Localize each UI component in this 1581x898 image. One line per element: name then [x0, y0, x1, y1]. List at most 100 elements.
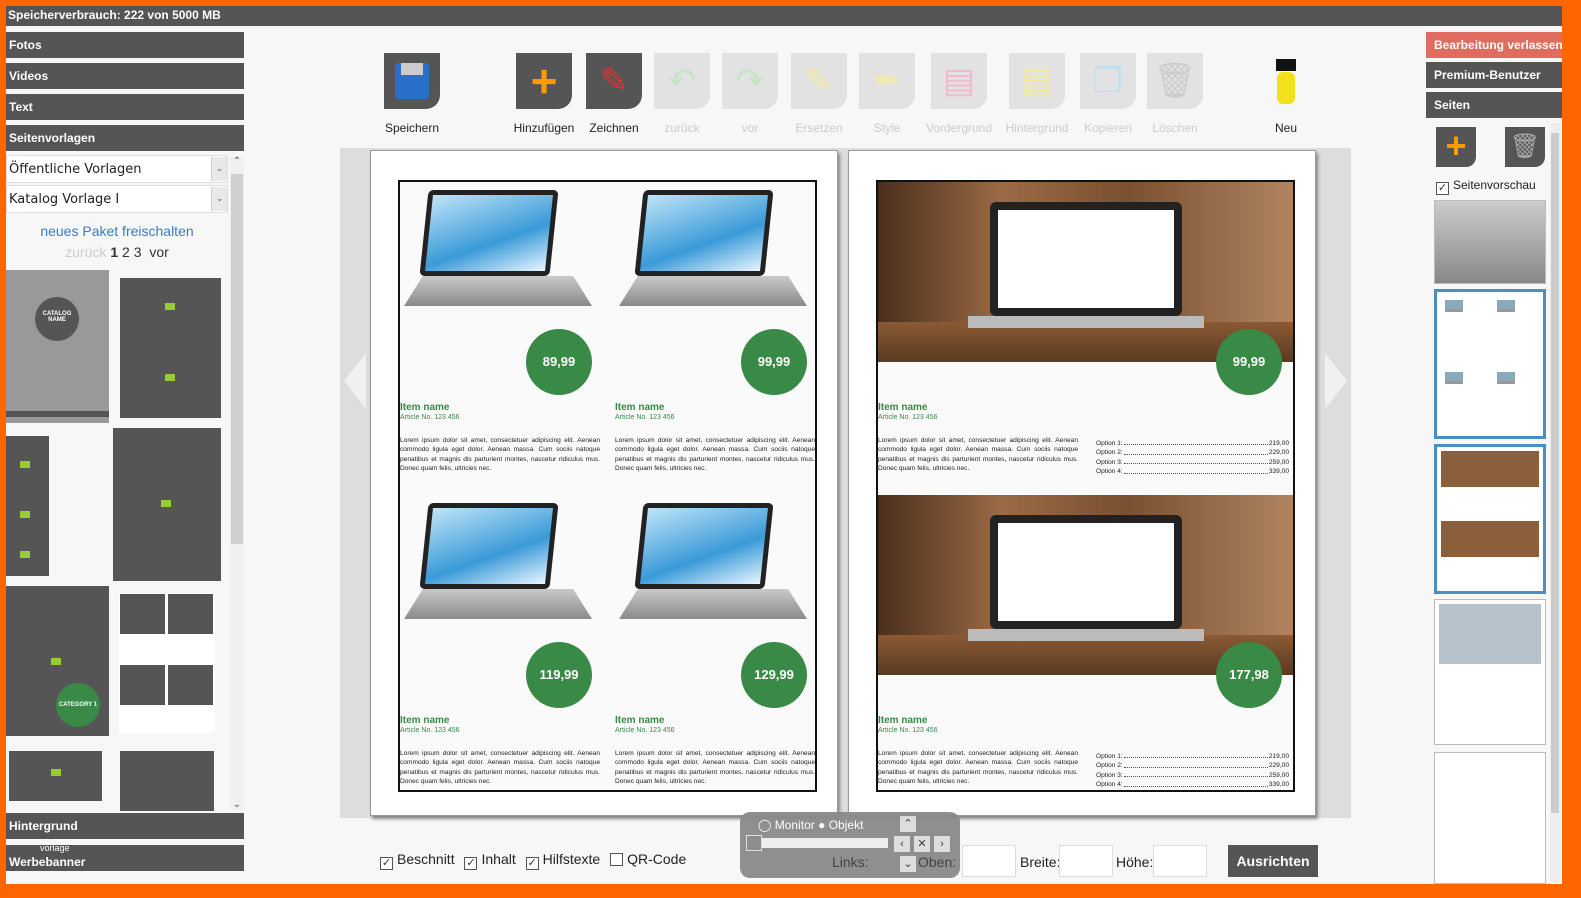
- checkbox-checked-icon[interactable]: ✓: [1436, 182, 1449, 195]
- delete-button[interactable]: 🗑 Löschen: [1147, 53, 1203, 135]
- leave-editing-button[interactable]: Bearbeitung verlassen: [1426, 32, 1562, 58]
- chevron-up-icon[interactable]: ⌃: [230, 156, 244, 167]
- section-fotos[interactable]: Fotos: [6, 32, 244, 58]
- product-card[interactable]: 89,99 Item name Article No. 123 456 Lorem i…: [400, 182, 600, 482]
- product-card[interactable]: 99,99 Item name Article No. 123 456 Lorem i…: [878, 182, 1293, 482]
- delete-label: Löschen: [1152, 121, 1198, 135]
- option-label: Option 1:: [1096, 753, 1123, 760]
- delete-page-button[interactable]: 🗑: [1505, 127, 1545, 167]
- draw-button[interactable]: ✎ Zeichnen: [586, 53, 642, 135]
- checkbox-checked-icon[interactable]: ✓: [525, 857, 539, 870]
- page-thumb[interactable]: [1434, 599, 1546, 745]
- pager-page-3[interactable]: 3: [134, 244, 142, 260]
- grid-cell: [120, 594, 165, 634]
- qr-code-checkbox[interactable]: QR-Code: [610, 851, 686, 867]
- template-select[interactable]: Katalog Vorlage I ⌄: [6, 185, 228, 213]
- reset-position-button[interactable]: ✕: [914, 836, 930, 852]
- template-thumb-cover[interactable]: CATALOG NAME: [6, 270, 109, 423]
- add-page-button[interactable]: +: [1436, 127, 1476, 167]
- laptop-thumb: [1497, 300, 1515, 312]
- template-thumb-category[interactable]: CATEGORY 1: [6, 586, 109, 736]
- monitor-radio[interactable]: ◯ Monitor: [758, 818, 815, 832]
- section-werbebanner[interactable]: Werbebanner vorlage: [6, 843, 244, 871]
- pager-prev[interactable]: zurück: [65, 244, 106, 260]
- slider-handle[interactable]: [746, 835, 762, 851]
- template-thumb[interactable]: [113, 428, 221, 581]
- new-button[interactable]: Neu: [1258, 53, 1314, 135]
- position-slider[interactable]: [746, 835, 888, 851]
- move-right-button[interactable]: ›: [934, 836, 950, 852]
- redo-button[interactable]: ↷ vor: [722, 53, 778, 135]
- template-thumb[interactable]: [6, 436, 49, 576]
- overlay-text: vorlage: [40, 843, 70, 853]
- template-scrollbar[interactable]: ⌃ ⌄: [230, 156, 244, 810]
- prev-page-arrow[interactable]: [344, 353, 366, 409]
- copy-button[interactable]: ❐ Kopieren: [1080, 53, 1136, 135]
- pager-page-1[interactable]: 1: [110, 244, 118, 260]
- foreground-button[interactable]: ▤ Vordergrund: [926, 53, 992, 135]
- background-button[interactable]: ▤ Hintergrund: [1006, 53, 1068, 135]
- bring-forward-icon: ▤: [931, 53, 987, 109]
- page-preview-toggle[interactable]: ✓ Seitenvorschau: [1436, 178, 1536, 195]
- scrollbar-thumb[interactable]: [1551, 133, 1559, 813]
- product-card[interactable]: 129,99 Item name Article No. 123 456 Lorem …: [615, 495, 815, 795]
- option-row: Option 4: 339,00: [1096, 780, 1289, 789]
- add-button[interactable]: + Hinzufügen: [514, 53, 574, 135]
- photo-thumb: [1439, 604, 1541, 664]
- replace-button[interactable]: ✎ Ersetzen: [791, 53, 847, 135]
- product-card[interactable]: 119,99 Item name Article No. 123 456 Lorem …: [400, 495, 600, 795]
- align-button[interactable]: Ausrichten: [1228, 845, 1318, 877]
- pager-page-2[interactable]: 2: [122, 244, 130, 260]
- product-card[interactable]: 99,99 Item name Article No. 123 456 Lorem i…: [615, 182, 815, 482]
- pages-section[interactable]: Seiten: [1426, 92, 1562, 118]
- chevron-down-icon[interactable]: ⌄: [230, 799, 244, 810]
- inhalt-checkbox[interactable]: ✓ Inhalt: [464, 851, 516, 870]
- template-thumb[interactable]: [120, 751, 214, 811]
- move-down-button[interactable]: ⌄: [900, 856, 916, 872]
- pages-scrollbar[interactable]: [1550, 123, 1560, 883]
- hilfstexte-checkbox[interactable]: ✓ Hilfstexte: [525, 851, 600, 870]
- section-videos[interactable]: Videos: [6, 63, 244, 89]
- laptop-base: [404, 276, 592, 306]
- catalog-page-left[interactable]: 89,99 Item name Article No. 123 456 Lorem i…: [370, 150, 838, 816]
- premium-user-button[interactable]: Premium-Benutzer: [1426, 62, 1562, 88]
- save-button[interactable]: Speichern: [384, 53, 440, 135]
- section-seitenvorlagen[interactable]: Seitenvorlagen: [6, 125, 244, 151]
- unlock-package-link[interactable]: neues Paket freischalten: [6, 223, 228, 239]
- hoehe-input[interactable]: [1153, 845, 1207, 877]
- undo-button[interactable]: ↶ zurück: [654, 53, 710, 135]
- template-thumb-grid[interactable]: [119, 593, 215, 733]
- breite-input[interactable]: [1059, 845, 1113, 877]
- section-hintergrund[interactable]: Hintergrund: [6, 813, 244, 839]
- scrollbar-thumb[interactable]: [231, 174, 243, 544]
- next-page-arrow[interactable]: [1325, 353, 1347, 409]
- template-thumb[interactable]: [120, 278, 221, 418]
- page-thumb-cover[interactable]: [1434, 200, 1546, 284]
- beschnitt-checkbox[interactable]: ✓ Beschnitt: [380, 851, 455, 870]
- checkbox-unchecked-icon[interactable]: [610, 853, 624, 866]
- style-button[interactable]: ✒ Style: [859, 53, 915, 135]
- move-left-button[interactable]: ‹: [894, 836, 910, 852]
- page-canvas[interactable]: 89,99 Item name Article No. 123 456 Lorem i…: [340, 148, 1351, 818]
- price-badge: 177,98: [1216, 642, 1282, 708]
- template-thumb[interactable]: [9, 751, 102, 801]
- pen-icon: ✒: [859, 53, 915, 109]
- laptop-screen: [990, 515, 1182, 629]
- move-up-button[interactable]: ⌃: [900, 816, 916, 832]
- image-placeholder-icon: [20, 551, 30, 558]
- objekt-radio[interactable]: ● Objekt: [818, 818, 863, 832]
- oben-input[interactable]: [962, 845, 1016, 877]
- checkbox-checked-icon[interactable]: ✓: [464, 857, 478, 870]
- section-text[interactable]: Text: [6, 94, 244, 120]
- page-thumb-selected[interactable]: [1434, 444, 1546, 594]
- option-row: Option 3: 259,00: [1096, 458, 1289, 467]
- dotted-leader: [1123, 448, 1268, 455]
- pager-next[interactable]: vor: [149, 244, 168, 260]
- template-source-select[interactable]: Öffentliche Vorlagen ⌄: [6, 155, 228, 183]
- laptop-screen: [419, 503, 559, 589]
- page-thumb[interactable]: [1434, 752, 1546, 884]
- page-thumb-selected[interactable]: [1434, 289, 1546, 439]
- catalog-page-right[interactable]: 99,99 Item name Article No. 123 456 Lorem i…: [848, 150, 1316, 816]
- checkbox-checked-icon[interactable]: ✓: [380, 857, 393, 870]
- product-card[interactable]: 177,98 Item name Article No. 123 456 Lorem …: [878, 495, 1293, 795]
